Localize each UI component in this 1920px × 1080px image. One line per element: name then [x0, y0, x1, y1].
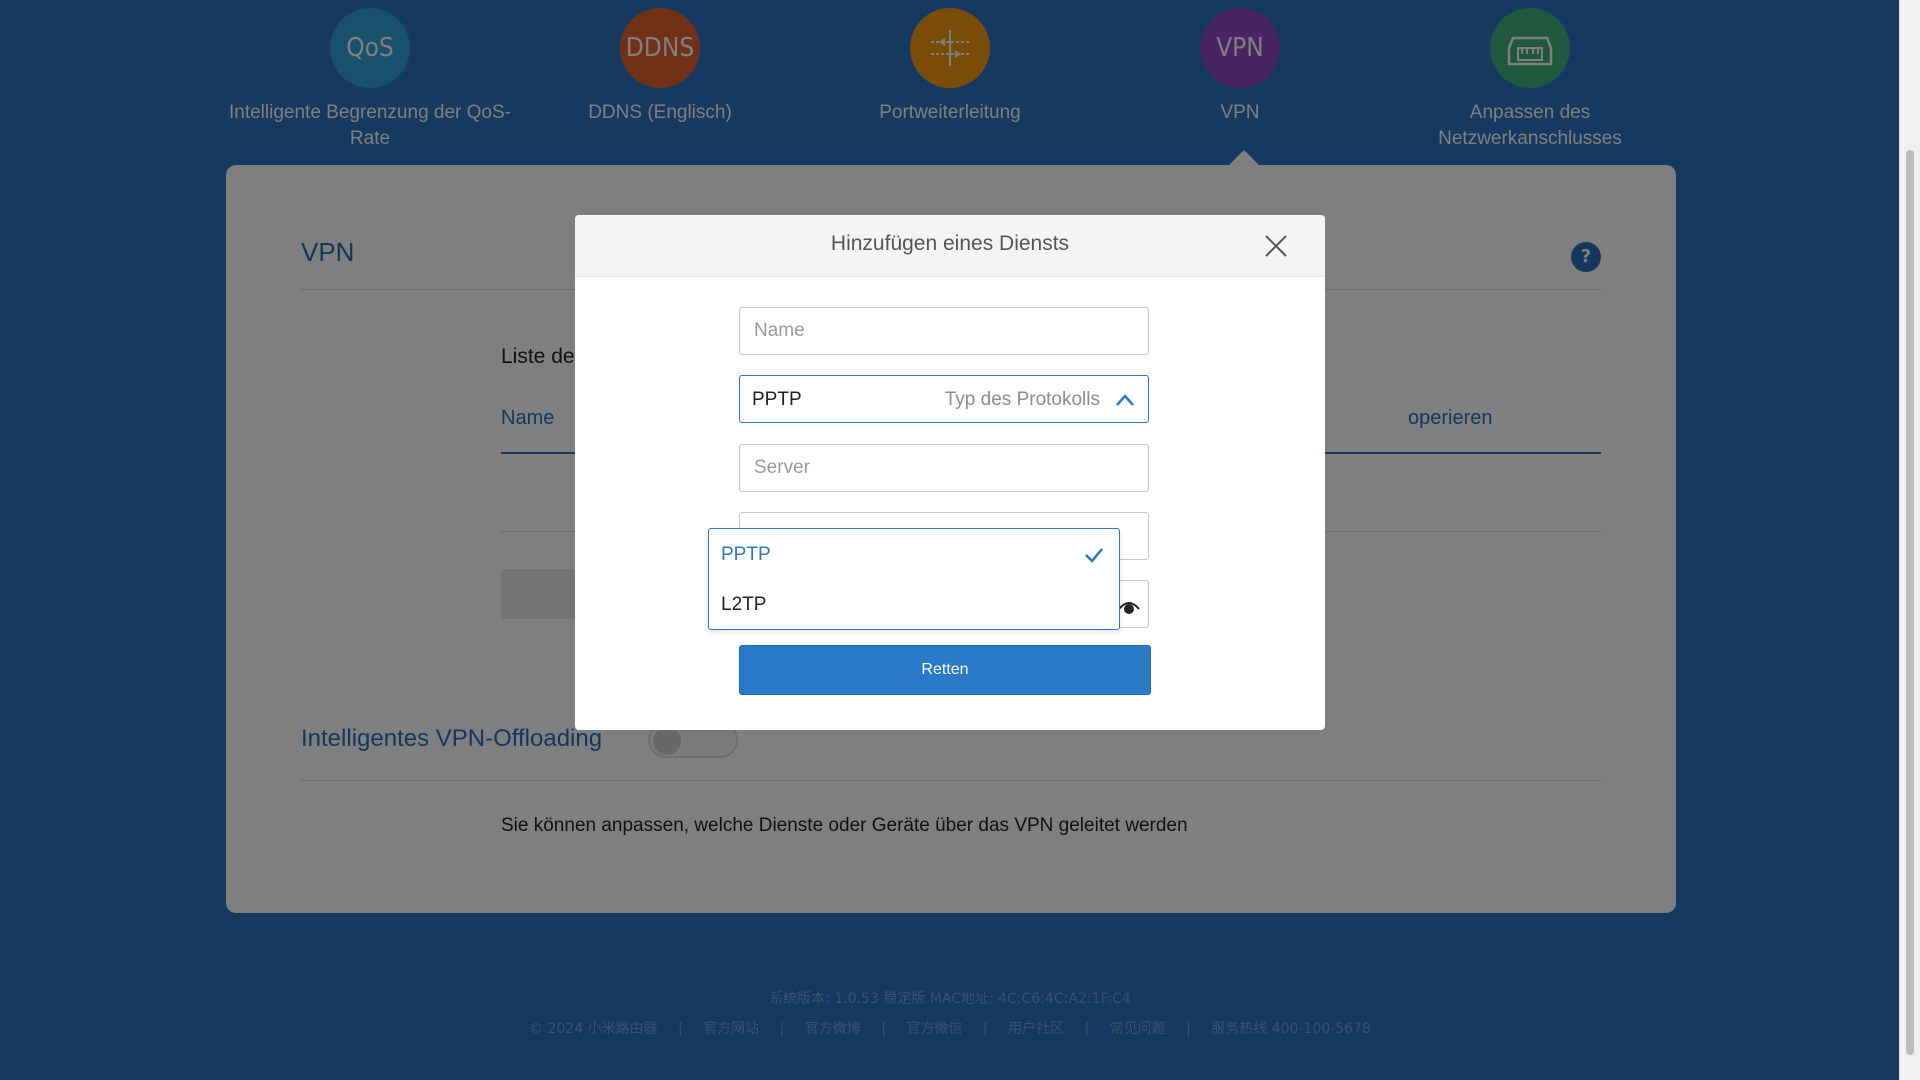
protocol-select[interactable]: PPTP Typ des Protokolls	[739, 375, 1149, 423]
scrollbar[interactable]	[1899, 0, 1920, 1080]
protocol-hint: Typ des Protokolls	[944, 389, 1100, 410]
option-label: PPTP	[721, 544, 771, 565]
dialog-title: Hinzufügen eines Diensts	[830, 232, 1070, 255]
protocol-dropdown: PPTP L2TP	[708, 528, 1120, 630]
eye-icon[interactable]	[1117, 597, 1141, 617]
close-icon[interactable]	[1263, 233, 1289, 259]
add-service-dialog: Hinzufügen eines Diensts PPTP Typ des Pr…	[575, 215, 1325, 730]
dialog-header: Hinzufügen eines Diensts	[575, 215, 1325, 277]
save-button[interactable]: Retten	[739, 645, 1151, 695]
name-input[interactable]	[739, 307, 1149, 355]
chevron-up-icon	[1116, 394, 1134, 406]
server-input[interactable]	[739, 444, 1149, 492]
scroll-thumb[interactable]	[1906, 150, 1914, 1055]
protocol-value: PPTP	[752, 389, 802, 410]
option-label: L2TP	[721, 594, 767, 615]
dropdown-option-pptp[interactable]: PPTP	[709, 531, 1119, 579]
check-icon	[1085, 548, 1103, 563]
dropdown-option-l2tp[interactable]: L2TP	[709, 581, 1119, 629]
